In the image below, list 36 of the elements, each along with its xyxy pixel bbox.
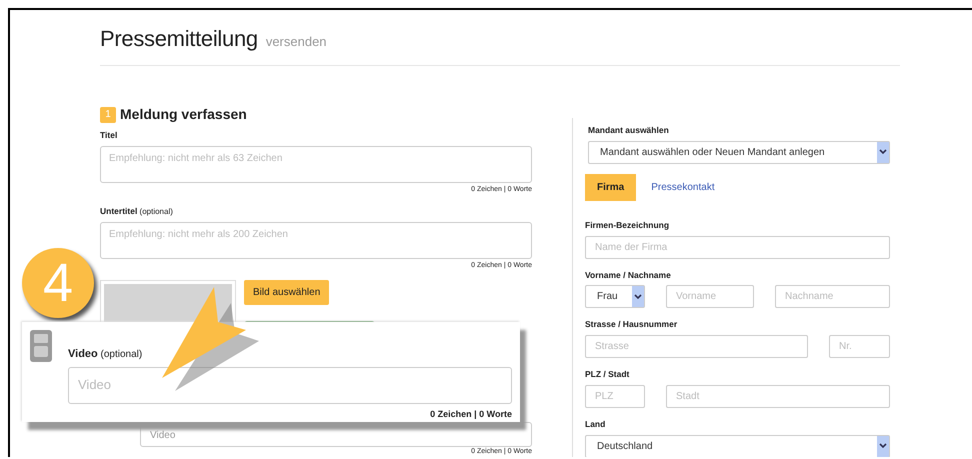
input-field[interactable]: Stadt	[666, 384, 890, 408]
video-field[interactable]: Video	[140, 422, 532, 447]
input-field[interactable]: PLZ	[585, 384, 645, 408]
dropdown[interactable]: Frau	[585, 285, 645, 308]
field-label: Strasse / Hausnummer	[585, 318, 678, 331]
field-label: Land	[585, 418, 606, 430]
input-field[interactable]: Name der Firma	[585, 236, 890, 258]
field-label: Video (optional)	[68, 347, 144, 362]
video-icon	[30, 330, 52, 362]
field-label: Firmen-Bezeichnung	[585, 218, 670, 232]
client-select[interactable]: Mandant auswählen oder Neuen Mandant anlegen	[588, 140, 890, 164]
caret-icon	[879, 149, 887, 156]
step-number: 1	[100, 106, 116, 122]
step-badge: 4	[22, 248, 94, 318]
field-label: Titel	[100, 129, 118, 142]
input-field[interactable]: Vorname	[666, 285, 754, 308]
text-area[interactable]: Empfehlung: nicht mehr als 200 Zeichen	[100, 222, 532, 260]
page-subtitle: versenden	[266, 33, 327, 51]
tab[interactable]: Firma	[585, 174, 636, 201]
input-field[interactable]: Nr.	[829, 335, 890, 358]
field-label: Vorname / Nachname	[585, 268, 672, 282]
caret-icon	[879, 443, 887, 449]
field-label: Mandant auswählen	[588, 124, 670, 137]
field-label: Untertitel (optional)	[100, 205, 174, 218]
select-image-button[interactable]: Bild auswählen	[244, 280, 330, 305]
page-title: Pressemitteilung	[100, 25, 258, 53]
caret-icon	[634, 294, 642, 300]
tab[interactable]: Pressekontakt	[640, 174, 726, 201]
step-title: Meldung verfassen	[120, 105, 247, 124]
field-label: PLZ / Stadt	[585, 368, 630, 381]
input-field[interactable]: Strasse	[585, 335, 808, 358]
dropdown[interactable]: Deutschland	[585, 434, 890, 457]
input-field[interactable]: Nachname	[775, 285, 890, 308]
video-field[interactable]: Video	[68, 366, 512, 404]
character-counter: 0 Zeichen | 0 Worte	[429, 408, 512, 421]
text-area[interactable]: Empfehlung: nicht mehr als 63 Zeichen	[100, 146, 532, 183]
